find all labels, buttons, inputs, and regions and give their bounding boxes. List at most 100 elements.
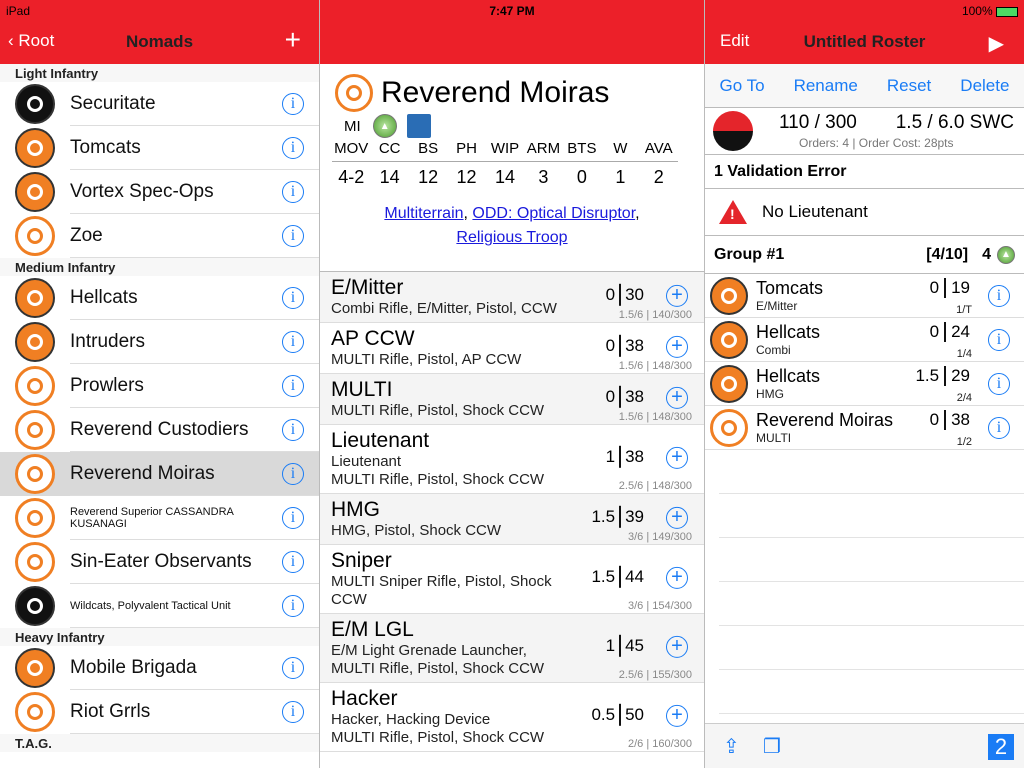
faction-logo (713, 111, 753, 151)
list-item[interactable]: Hellcats i (0, 276, 319, 320)
stat-header: AVA (639, 140, 678, 162)
roster-unit-row[interactable]: Hellcats Combi 0 24 1/4 i (705, 318, 1024, 362)
info-icon[interactable]: i (988, 416, 1010, 439)
list-item[interactable]: Prowlers i (0, 364, 319, 408)
option-equipment: HMG, Pistol, Shock CCW (331, 522, 502, 539)
documents-icon[interactable]: ❐ (763, 734, 781, 759)
share-icon[interactable]: ⇪ (723, 734, 740, 759)
info-icon[interactable]: i (282, 93, 304, 115)
add-icon[interactable]: + (666, 704, 688, 727)
info-icon[interactable]: i (282, 507, 304, 529)
unit-type: MI (344, 117, 361, 135)
unit-points: 19 (951, 278, 970, 297)
validation-error[interactable]: No Lieutenant (705, 189, 1024, 236)
add-icon[interactable]: + (666, 335, 688, 358)
option-row[interactable]: MULTI MULTI Rifle, Pistol, Shock CCW 0 38 1.… (320, 374, 704, 425)
info-icon[interactable]: i (988, 328, 1010, 351)
option-swc: 0.5 (591, 704, 616, 724)
info-icon[interactable]: i (988, 372, 1010, 395)
info-icon[interactable]: i (988, 284, 1010, 307)
list-item[interactable]: Riot Grrls i (0, 690, 319, 734)
skill-link[interactable]: Religious Troop (456, 229, 567, 246)
list-item[interactable]: Reverend Custodiers i (0, 408, 319, 452)
option-equipment: MULTI Rifle, Pistol, Shock CCW (331, 660, 545, 677)
unit-logo (15, 172, 55, 212)
list-item[interactable]: Vortex Spec-Ops i (0, 170, 319, 214)
option-row[interactable]: Lieutenant Lieutenant MULTI Rifle, Pistol,… (320, 425, 704, 494)
swc-total: 1.5 / 6.0 SWC (895, 112, 1014, 133)
goto-button[interactable]: Go To (720, 76, 765, 96)
info-icon[interactable]: i (282, 375, 304, 397)
unit-weapon: E/Mitter (756, 299, 798, 313)
option-equipment: Hacker, Hacking Device (331, 711, 491, 728)
options-list: E/Mitter Combi Rifle, E/Mitter, Pistol, C… (320, 272, 704, 752)
add-icon[interactable]: + (666, 446, 688, 469)
info-icon[interactable]: i (282, 463, 304, 485)
list-item[interactable]: Securitate i (0, 82, 319, 126)
list-item[interactable]: Zoe i (0, 214, 319, 258)
info-icon[interactable]: i (282, 595, 304, 617)
info-icon[interactable]: i (282, 181, 304, 203)
list-item[interactable]: Intruders i (0, 320, 319, 364)
list-item[interactable]: Wildcats, Polyvalent Tactical Unit i (0, 584, 319, 628)
roster-unit-row[interactable]: Tomcats E/Mitter 0 19 1/T i (705, 274, 1024, 318)
mid-nav-bar: 7:47 PM (320, 0, 704, 64)
option-row[interactable]: E/M LGL E/M Light Grenade Launcher, MULTI … (320, 614, 704, 683)
list-item[interactable]: Mobile Brigada i (0, 646, 319, 690)
option-row[interactable]: HMG HMG, Pistol, Shock CCW 1.5 39 3/6 | 149/… (320, 494, 704, 545)
info-icon[interactable]: i (282, 657, 304, 679)
delete-button[interactable]: Delete (960, 76, 1009, 96)
list-item[interactable]: Sin-Eater Observants i (0, 540, 319, 584)
play-icon[interactable]: ▶ (989, 31, 1004, 56)
info-icon[interactable]: i (282, 551, 304, 573)
roster-unit-row[interactable]: Reverend Moiras MULTI 0 38 1/2 i (705, 406, 1024, 450)
info-icon[interactable]: i (282, 419, 304, 441)
option-points: 38 (625, 386, 644, 406)
option-swc: 1.5 (591, 566, 616, 586)
info-icon[interactable]: i (282, 701, 304, 723)
roster-panel: 100% Edit Untitled Roster ▶ Go To Rename… (705, 0, 1024, 768)
rename-button[interactable]: Rename (794, 76, 858, 96)
stat-header: PH (447, 140, 486, 162)
add-icon[interactable]: + (666, 566, 688, 589)
option-equipment: MULTI Sniper Rifle, Pistol, Shock CCW (331, 573, 552, 608)
skill-link[interactable]: ODD: Optical Disruptor (472, 205, 635, 222)
unit-swc: 1.5 (915, 366, 940, 385)
add-icon[interactable]: + (666, 386, 688, 409)
stat-value: 12 (456, 167, 477, 187)
add-icon[interactable]: + (666, 506, 688, 529)
add-icon[interactable]: + (666, 635, 688, 658)
info-icon[interactable]: i (282, 225, 304, 247)
page-badge[interactable]: 2 (988, 734, 1014, 760)
option-equipment: MULTI Rifle, Pistol, Shock CCW (331, 471, 545, 488)
list-item-label: Riot Grrls (70, 701, 151, 722)
option-row[interactable]: E/Mitter Combi Rifle, E/Mitter, Pistol, C… (320, 272, 704, 323)
roster-title: Untitled Roster (803, 32, 926, 51)
stat-header: MOV (332, 140, 371, 162)
list-item[interactable]: Reverend Superior CASSANDRA KUSANAGI i (0, 496, 319, 540)
option-totals: 1.5/6 | 148/300 (618, 411, 692, 423)
list-item[interactable]: Reverend Moiras i (0, 452, 319, 496)
list-item[interactable]: Tomcats i (0, 126, 319, 170)
plus-icon[interactable]: + (285, 24, 301, 56)
stat-header: W (601, 140, 640, 162)
reset-button[interactable]: Reset (887, 76, 931, 96)
info-icon[interactable]: i (282, 331, 304, 353)
info-icon[interactable]: i (282, 137, 304, 159)
list-item-label: Vortex Spec-Ops (70, 181, 214, 202)
option-totals: 1.5/6 | 148/300 (618, 360, 692, 372)
list-item-label: Wildcats, Polyvalent Tactical Unit (70, 600, 231, 612)
option-row[interactable]: Sniper MULTI Sniper Rifle, Pistol, Shock … (320, 545, 704, 614)
option-row[interactable]: AP CCW MULTI Rifle, Pistol, AP CCW 0 38 1.5/… (320, 323, 704, 374)
section-header: Medium Infantry (0, 258, 319, 276)
option-row[interactable]: Hacker Hacker, Hacking Device MULTI Rifle,… (320, 683, 704, 752)
info-icon[interactable]: i (282, 287, 304, 309)
list-item-label: Tomcats (70, 137, 141, 158)
stat-value: 2 (653, 167, 664, 187)
unit-points: 38 (951, 410, 970, 429)
add-icon[interactable]: + (666, 284, 688, 307)
unit-logo (15, 84, 55, 124)
skill-link[interactable]: Multiterrain (384, 205, 463, 222)
roster-unit-row[interactable]: Hellcats HMG 1.5 29 2/4 i (705, 362, 1024, 406)
unit-list[interactable]: Light Infantry Securitate i Tomcats i Vortex … (0, 64, 319, 752)
